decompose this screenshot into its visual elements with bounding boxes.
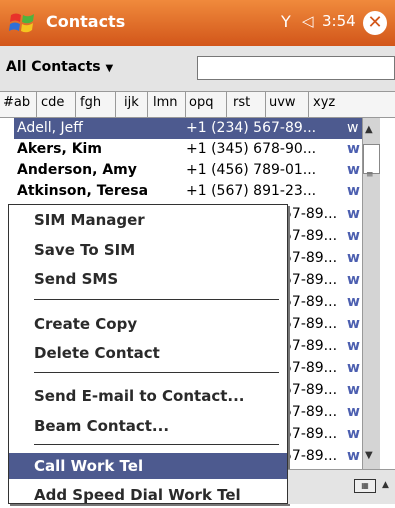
tab-rst[interactable]: rst [233, 95, 250, 110]
letter-tabs: #ab cde fgh ijk lmn opq rst uvw xyz [0, 91, 395, 118]
tab-divider [36, 92, 37, 118]
signal-icon[interactable]: Y [281, 12, 291, 31]
contact-phone: +1 (345) 678-90... [186, 141, 317, 157]
contact-phone: 57-89... [283, 294, 338, 310]
menu-separator [34, 372, 279, 373]
contact-row[interactable]: Atkinson, Teresa +1 (567) 891-23... w [14, 181, 362, 202]
tab-uvw[interactable]: uvw [269, 95, 296, 110]
keyboard-icon[interactable]: ▦ [354, 479, 376, 493]
tab-cde[interactable]: cde [41, 95, 64, 110]
tab-divider [115, 92, 116, 118]
contact-name: Anderson, Amy [17, 162, 137, 178]
phone-type-marker: w [347, 272, 360, 288]
menu-item-add-speed-dial[interactable]: Add Speed Dial Work Tel [9, 482, 287, 508]
contact-phone: 57-89... [283, 382, 338, 398]
contact-phone: 57-89... [283, 448, 338, 464]
contact-row[interactable]: Akers, Kim +1 (345) 678-90... w [14, 139, 362, 160]
contact-phone: 57-89... [283, 426, 338, 442]
phone-type-marker: w [347, 426, 360, 442]
phone-type-marker: w [347, 294, 360, 310]
tab-opq[interactable]: opq [189, 95, 213, 110]
scroll-up-icon[interactable]: ▲ [365, 124, 373, 135]
contact-phone: 57-89... [283, 228, 338, 244]
contact-phone: +1 (456) 789-01... [186, 162, 317, 178]
menu-item-send-email[interactable]: Send E-mail to Contact... [9, 383, 287, 409]
phone-type-marker: w [347, 183, 360, 199]
contact-phone: 57-89... [283, 316, 338, 332]
windows-flag-icon[interactable] [8, 9, 38, 37]
tab-divider [75, 92, 76, 118]
contact-phone: 57-89... [283, 404, 338, 420]
list-scrollbar[interactable]: ▲ ≡ ▼ [362, 118, 380, 469]
app-title: Contacts [46, 12, 126, 31]
tab-ab[interactable]: #ab [3, 95, 30, 110]
input-selector-icon[interactable]: ▲ [382, 480, 389, 490]
title-bar: Contacts Y ◁ 3:54 ✕ [0, 0, 395, 46]
phone-type-marker: w [347, 316, 360, 332]
tab-divider [308, 92, 309, 118]
contact-row[interactable]: Adell, Jeff +1 (234) 567-89... w [14, 118, 362, 139]
phone-type-marker: w [347, 382, 360, 398]
tab-ijk[interactable]: ijk [124, 95, 139, 110]
menu-item-delete-contact[interactable]: Delete Contact [9, 340, 287, 366]
speaker-icon[interactable]: ◁ [302, 12, 314, 30]
phone-type-marker: w [347, 250, 360, 266]
menu-item-beam-contact[interactable]: Beam Contact... [9, 413, 287, 439]
phone-type-marker: w [347, 228, 360, 244]
phone-type-marker: w [347, 206, 360, 222]
search-input[interactable] [197, 56, 395, 80]
category-dropdown[interactable]: All Contacts ▼ [6, 59, 113, 75]
contact-phone: +1 (234) 567-89... [186, 120, 317, 136]
phone-type-marker: w [347, 404, 360, 420]
close-icon[interactable]: ✕ [363, 11, 387, 35]
tab-divider [147, 92, 148, 118]
menu-item-call-work-tel[interactable]: Call Work Tel [9, 453, 287, 479]
scroll-down-icon[interactable]: ▼ [365, 450, 373, 461]
command-bar [288, 469, 395, 504]
contact-row[interactable]: Anderson, Amy +1 (456) 789-01... w [14, 160, 362, 181]
menu-item-create-copy[interactable]: Create Copy [9, 311, 287, 337]
phone-type-marker: w [347, 338, 360, 354]
phone-type-marker: w [347, 448, 360, 464]
context-menu: SIM Manager Save To SIM Send SMS Create … [8, 204, 288, 504]
contact-phone: 57-89... [283, 338, 338, 354]
contact-phone: 57-89... [283, 272, 338, 288]
clock-time[interactable]: 3:54 [322, 12, 356, 30]
phone-type-marker: w [347, 162, 360, 178]
phone-type-marker: w [347, 360, 360, 376]
menu-item-sim-manager[interactable]: SIM Manager [9, 207, 287, 233]
filter-bar: All Contacts ▼ [0, 46, 395, 91]
menu-separator [34, 299, 279, 300]
tab-divider [265, 92, 266, 118]
contact-phone: 57-89... [283, 250, 338, 266]
phone-type-marker: w [347, 120, 359, 136]
tab-lmn[interactable]: lmn [153, 95, 178, 110]
chevron-down-icon: ▼ [105, 63, 114, 74]
contact-phone: 57-89... [283, 206, 338, 222]
tab-fgh[interactable]: fgh [80, 95, 101, 110]
menu-separator [34, 444, 279, 445]
tab-divider [226, 92, 227, 118]
tab-xyz[interactable]: xyz [313, 95, 335, 110]
category-label: All Contacts [6, 59, 101, 75]
contact-phone: +1 (567) 891-23... [186, 183, 317, 199]
menu-item-save-to-sim[interactable]: Save To SIM [9, 237, 287, 263]
contact-name: Akers, Kim [17, 141, 102, 157]
scroll-grip-icon: ≡ [366, 170, 374, 180]
contact-phone: 57-89... [283, 360, 338, 376]
contact-name: Adell, Jeff [17, 120, 83, 136]
phone-type-marker: w [347, 141, 360, 157]
tab-divider [185, 92, 186, 118]
contact-name: Atkinson, Teresa [17, 183, 149, 199]
menu-item-send-sms[interactable]: Send SMS [9, 266, 287, 292]
